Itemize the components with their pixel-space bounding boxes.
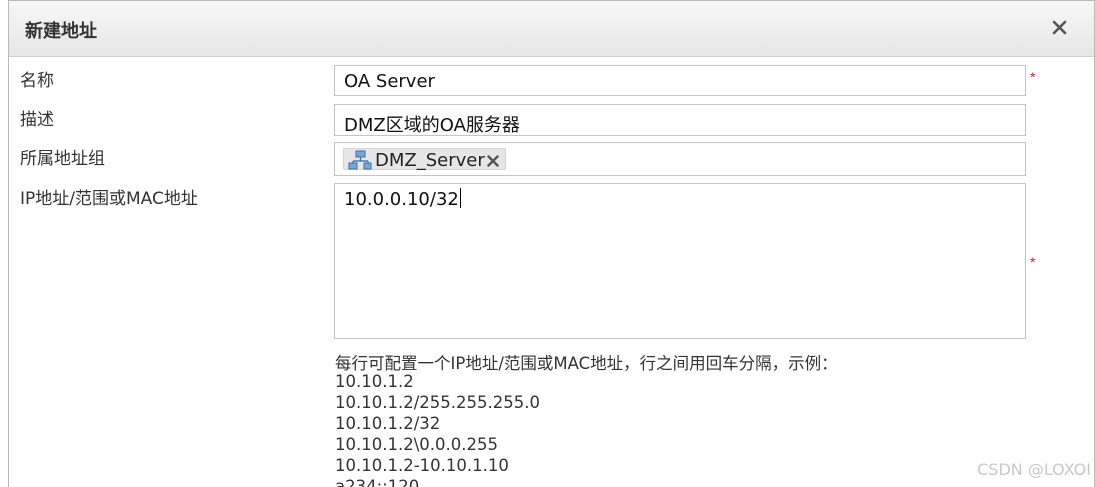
name-input-value: OA Server xyxy=(344,71,435,92)
text-cursor xyxy=(459,188,461,208)
hint-example: 10.10.1.2\0.0.0.255 xyxy=(335,435,499,454)
name-input[interactable]: OA Server xyxy=(334,65,1026,96)
name-label: 名称 xyxy=(20,71,54,91)
address-group-label: 所属地址组 xyxy=(20,149,105,169)
hint-example: 10.10.1.2-10.10.1.10 xyxy=(335,456,509,475)
server-network-icon xyxy=(348,150,372,170)
watermark: CSDN @LOXOI xyxy=(977,460,1091,479)
address-group-tag: DMZ_Server xyxy=(343,148,506,171)
address-group-tag-label: DMZ_Server xyxy=(375,150,485,171)
ip-address-label: IP地址/范围或MAC地址 xyxy=(20,189,198,209)
hint-intro: 每行可配置一个IP地址/范围或MAC地址，行之间用回车分隔，示例： xyxy=(335,354,838,373)
ip-address-value: 10.0.0.10/32 xyxy=(344,189,459,210)
close-icon[interactable] xyxy=(1048,15,1072,41)
remove-tag-icon[interactable] xyxy=(487,154,499,167)
dialog-title: 新建地址 xyxy=(25,21,97,42)
hint-example: 10.10.1.2/32 xyxy=(335,414,441,433)
description-label: 描述 xyxy=(20,110,54,130)
description-input-value: DMZ区域的OA服务器 xyxy=(344,115,520,136)
hint-example: a234::120 xyxy=(335,477,420,487)
ip-address-textarea[interactable]: 10.0.0.10/32 xyxy=(334,183,1026,339)
address-group-selector[interactable]: DMZ_Server xyxy=(334,142,1026,176)
ip-address-required-mark: * xyxy=(1030,254,1036,270)
dialog-titlebar: 新建地址 xyxy=(9,1,1094,57)
new-address-dialog: 新建地址 名称 OA Server * 描述 DMZ区域的OA服务器 所属地址组 xyxy=(8,0,1095,487)
name-required-mark: * xyxy=(1030,69,1036,85)
hint-example: 10.10.1.2 xyxy=(335,372,414,391)
description-input[interactable]: DMZ区域的OA服务器 xyxy=(334,104,1026,136)
hint-example: 10.10.1.2/255.255.255.0 xyxy=(335,393,540,412)
